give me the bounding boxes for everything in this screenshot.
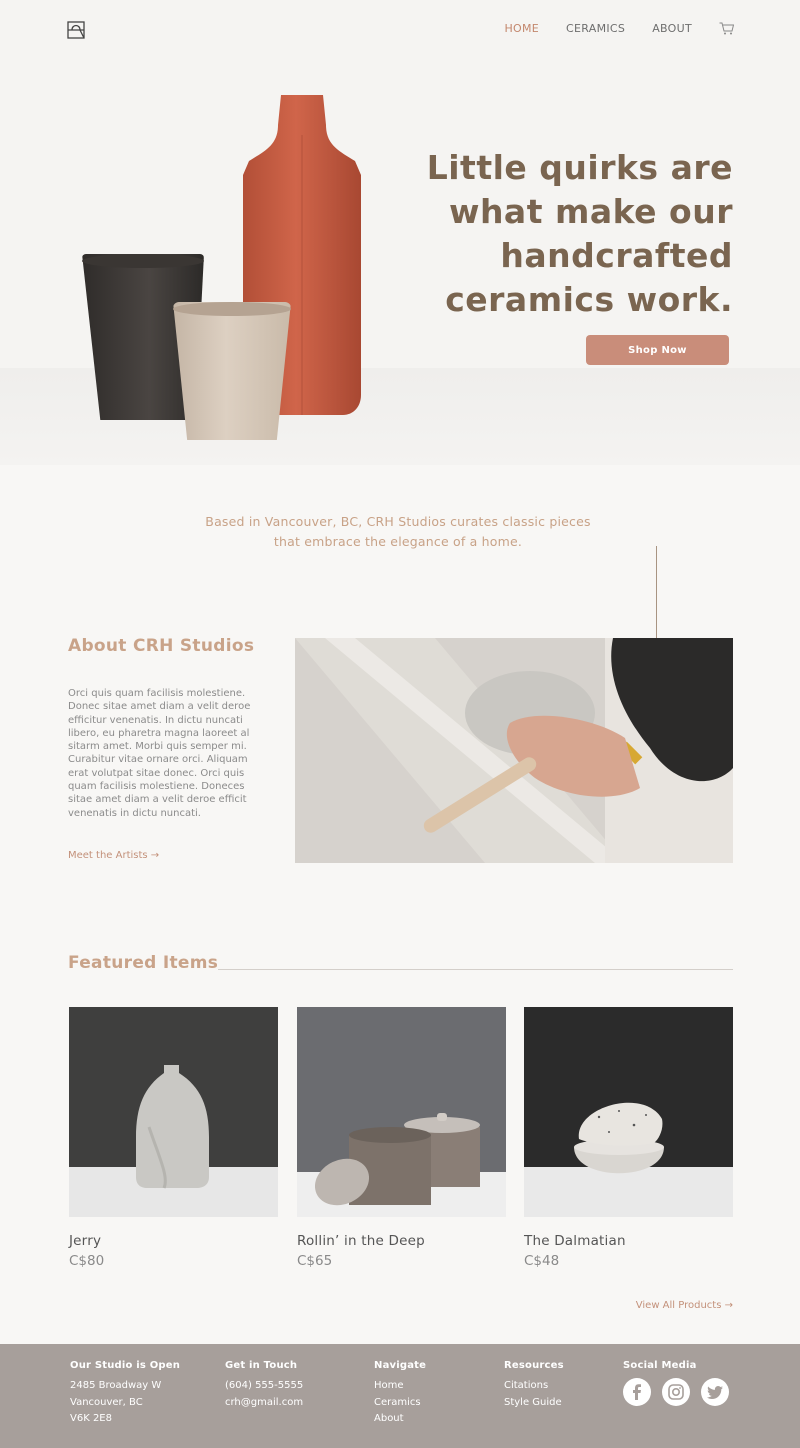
footer-heading: Navigate	[374, 1360, 427, 1371]
footer-social: Social Media	[623, 1360, 729, 1406]
footer-link-ceramics[interactable]: Ceramics	[374, 1395, 426, 1412]
logo[interactable]	[67, 21, 85, 39]
address-line: 2485 Broadway W	[70, 1380, 162, 1391]
hero-section: HOME CERAMICS ABOUT Little quirks are wh…	[0, 0, 800, 465]
footer-contact: Get in Touch (604) 555-5555 crh@gmail.co…	[225, 1360, 303, 1411]
featured-title: Featured Items	[68, 953, 219, 973]
featured-divider	[218, 969, 733, 970]
shop-now-button[interactable]: Shop Now	[586, 335, 729, 365]
about-body: Orci quis quam facilisis molestiene. Don…	[68, 688, 251, 819]
email-link[interactable]: crh@gmail.com	[225, 1395, 303, 1412]
product-name: Jerry	[69, 1233, 102, 1249]
footer-navigate: Navigate Home Ceramics About	[374, 1360, 426, 1428]
phone-link[interactable]: (604) 555-5555	[225, 1378, 303, 1395]
beige-cup-rim	[173, 302, 291, 316]
artisan-rolling-clay-image	[295, 638, 733, 863]
footer-studio: Our Studio is Open 2485 Broadway W Vanco…	[70, 1360, 180, 1428]
tagline: Based in Vancouver, BC, CRH Studios cura…	[205, 514, 591, 549]
product-name: The Dalmatian	[524, 1233, 626, 1249]
product-image-jerry	[69, 1007, 278, 1217]
footer-heading: Get in Touch	[225, 1360, 298, 1371]
cart-icon[interactable]	[719, 22, 734, 35]
facebook-icon[interactable]	[623, 1378, 651, 1406]
twitter-icon[interactable]	[701, 1378, 729, 1406]
view-all-products-link[interactable]: View All Products →	[636, 1300, 733, 1311]
product-price: C$65	[297, 1253, 333, 1269]
footer: Our Studio is Open 2485 Broadway W Vanco…	[0, 1344, 800, 1448]
product-price: C$48	[524, 1253, 560, 1269]
product-name: Rollin’ in the Deep	[297, 1233, 425, 1249]
main-nav: HOME CERAMICS ABOUT	[504, 22, 734, 35]
footer-link-citations[interactable]: Citations	[504, 1378, 564, 1395]
black-pot-rim	[82, 254, 204, 268]
address-line: V6K 2E8	[70, 1413, 112, 1424]
footer-link-style-guide[interactable]: Style Guide	[504, 1395, 564, 1412]
meet-artists-link[interactable]: Meet the Artists →	[68, 850, 159, 861]
nav-ceramics[interactable]: CERAMICS	[566, 22, 625, 35]
footer-heading: Resources	[504, 1360, 564, 1371]
nav-about[interactable]: ABOUT	[652, 22, 692, 35]
footer-heading: Social Media	[623, 1360, 697, 1371]
product-price: C$80	[69, 1253, 105, 1269]
hero-title: Little quirks are what make our handcraf…	[426, 148, 733, 319]
instagram-icon[interactable]	[662, 1378, 690, 1406]
address-line: Vancouver, BC	[70, 1396, 143, 1408]
beige-cup-image	[173, 302, 291, 440]
product-image-rollin	[297, 1007, 506, 1217]
footer-heading: Our Studio is Open	[70, 1360, 181, 1371]
footer-link-about[interactable]: About	[374, 1411, 426, 1428]
footer-resources: Resources Citations Style Guide	[504, 1360, 564, 1411]
nav-home[interactable]: HOME	[504, 22, 539, 35]
product-card[interactable]: Rollin’ in the Deep C$65	[297, 1007, 506, 1269]
about-title: About CRH Studios	[68, 636, 255, 656]
product-image-dalmatian	[524, 1007, 733, 1217]
product-card[interactable]: Jerry C$80	[69, 1007, 278, 1269]
product-card[interactable]: The Dalmatian C$48	[524, 1007, 733, 1269]
footer-link-home[interactable]: Home	[374, 1378, 426, 1395]
